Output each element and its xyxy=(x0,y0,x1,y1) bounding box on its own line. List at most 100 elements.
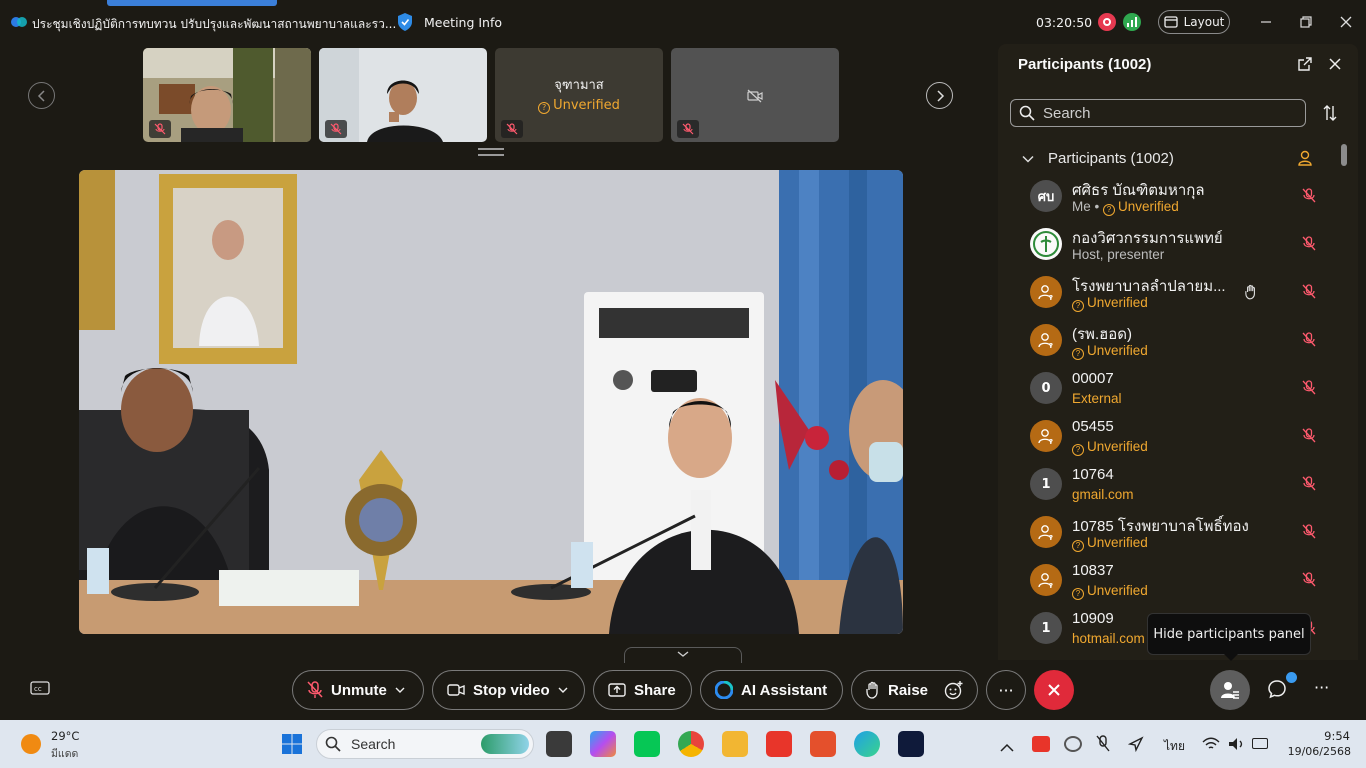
svg-text:?: ? xyxy=(1049,582,1053,589)
emoji-icon[interactable] xyxy=(944,680,964,700)
mic-muted-icon[interactable] xyxy=(1302,284,1316,304)
svg-text:?: ? xyxy=(1049,438,1053,445)
webex-taskbar-icon[interactable] xyxy=(898,731,924,757)
tray-anydesk-icon[interactable] xyxy=(1032,736,1050,752)
participants-icon[interactable] xyxy=(1210,670,1250,710)
participant-thumbnail[interactable] xyxy=(319,48,487,142)
participant-status: Me • ? Unverified xyxy=(1072,199,1179,216)
line-app-icon[interactable] xyxy=(634,731,660,757)
anydesk-icon[interactable] xyxy=(766,731,792,757)
taskbar-search[interactable]: Search xyxy=(316,729,534,759)
overflow-menu-button[interactable]: ··· xyxy=(1314,678,1329,697)
task-view-icon[interactable] xyxy=(546,731,572,757)
mic-muted-icon[interactable] xyxy=(1302,188,1316,208)
search-input[interactable] xyxy=(1043,104,1293,122)
participant-thumbnail[interactable] xyxy=(671,48,839,142)
participant-row[interactable]: ? 10785 โรงพยาบาลโพธิ์ทอง? Unverified xyxy=(998,508,1358,556)
signal-icon[interactable] xyxy=(1123,13,1141,31)
onedrive-icon[interactable] xyxy=(1064,736,1082,752)
hand-icon xyxy=(866,681,880,699)
shield-icon[interactable] xyxy=(396,12,414,32)
participant-thumbnail[interactable] xyxy=(143,48,311,142)
sublime-icon[interactable] xyxy=(810,731,836,757)
caption-icon[interactable]: cc xyxy=(30,680,50,700)
mic-muted-icon[interactable] xyxy=(1302,476,1316,496)
share-screen-icon xyxy=(608,683,626,697)
participant-row[interactable]: ศบ ศศิธร บัณฑิตมหากุล Me • ? Unverified xyxy=(998,172,1358,220)
participant-status-text: Host, presenter xyxy=(1072,247,1165,262)
copilot-icon[interactable] xyxy=(590,731,616,757)
mic-muted-icon[interactable] xyxy=(1302,572,1316,592)
mic-muted-icon[interactable] xyxy=(1302,236,1316,256)
file-explorer-icon[interactable] xyxy=(722,731,748,757)
unverified-icon: ? xyxy=(1072,540,1084,552)
participant-row[interactable]: ? (รพ.ฮอด)? Unverified xyxy=(998,316,1358,364)
search-icon xyxy=(325,736,341,752)
windows-start-icon[interactable] xyxy=(281,733,303,759)
language-indicator[interactable]: ไทย xyxy=(1164,737,1185,756)
chrome-icon[interactable] xyxy=(678,731,704,757)
participant-row[interactable]: ? โรงพยาบาลลำปลายม...? Unverified xyxy=(998,268,1358,316)
x-icon[interactable] xyxy=(1034,670,1074,710)
participant-status-text: Unverified xyxy=(1087,439,1148,454)
mic-muted-icon[interactable] xyxy=(1096,735,1110,757)
participants-section-header[interactable]: Participants (1002) xyxy=(1022,150,1174,167)
stop-video-label: Stop video xyxy=(473,681,550,699)
layout-button[interactable]: Layout xyxy=(1158,10,1230,34)
close-icon[interactable] xyxy=(1336,12,1356,32)
restore-icon[interactable] xyxy=(1296,12,1316,32)
edge-icon[interactable] xyxy=(854,731,880,757)
wifi-icon[interactable] xyxy=(1202,736,1220,756)
volume-icon[interactable] xyxy=(1228,736,1246,756)
unverified-label: ? Unverified xyxy=(495,98,663,114)
chevron-down-icon[interactable] xyxy=(558,686,568,694)
moderator-icon[interactable] xyxy=(1297,150,1313,170)
share-button[interactable]: Share xyxy=(593,670,692,710)
chevron-down-icon[interactable] xyxy=(395,686,405,694)
minimize-icon[interactable] xyxy=(1256,12,1276,32)
more-options-button[interactable]: ··· xyxy=(986,670,1026,710)
location-icon[interactable] xyxy=(1127,736,1144,756)
participant-row[interactable]: ? 05455? Unverified xyxy=(998,412,1358,460)
main-video-stage[interactable] xyxy=(79,170,903,634)
ai-icon xyxy=(715,681,733,699)
popout-icon[interactable] xyxy=(1298,56,1312,75)
battery-icon[interactable] xyxy=(1252,738,1268,749)
chevron-left-icon[interactable] xyxy=(28,82,55,109)
participant-status-text: External xyxy=(1072,391,1122,406)
participant-row[interactable]: กองวิศวกรรมการแพทย์ Host, presenter xyxy=(998,220,1358,268)
clock-time[interactable]: 9:54 xyxy=(1314,729,1350,743)
unmute-button[interactable]: Unmute xyxy=(292,670,424,710)
record-icon[interactable] xyxy=(1098,13,1116,31)
mic-muted-icon[interactable] xyxy=(1302,428,1316,448)
sort-icon[interactable] xyxy=(1322,104,1338,126)
participant-row[interactable]: ? 10837? Unverified xyxy=(998,556,1358,604)
scrollbar[interactable] xyxy=(1341,144,1347,166)
sun-icon[interactable] xyxy=(21,734,41,754)
mic-muted-icon[interactable] xyxy=(1302,332,1316,352)
chat-icon[interactable] xyxy=(1266,678,1288,704)
participant-status: External xyxy=(1072,391,1122,406)
mic-muted-icon xyxy=(149,120,171,138)
meeting-info-button[interactable]: Meeting Info xyxy=(424,15,502,30)
resize-handle[interactable] xyxy=(478,148,504,156)
clock-date[interactable]: 19/06/2568 xyxy=(1281,745,1351,758)
close-icon[interactable] xyxy=(1328,56,1342,75)
participant-row[interactable]: 1 10764 gmail.com xyxy=(998,460,1358,508)
mic-muted-icon[interactable] xyxy=(1302,380,1316,400)
participant-search[interactable] xyxy=(1010,99,1306,127)
participant-status: ? Unverified xyxy=(1072,343,1148,360)
chevron-right-icon[interactable] xyxy=(926,82,953,109)
participant-thumbnail[interactable]: จุฑามาส ? Unverified xyxy=(495,48,663,142)
avatar: ? xyxy=(1030,420,1062,452)
ai-assistant-button[interactable]: AI Assistant xyxy=(700,670,843,710)
weather-condition[interactable]: มีแดด xyxy=(51,745,78,762)
unverified-icon: ? xyxy=(1072,300,1084,312)
raise-hand-button[interactable]: Raise xyxy=(851,670,978,710)
stop-video-button[interactable]: Stop video xyxy=(432,670,585,710)
expand-filmstrip-button[interactable] xyxy=(624,647,742,663)
chevron-up-icon[interactable] xyxy=(1000,738,1014,757)
weather-temperature[interactable]: 29°C xyxy=(51,729,79,743)
participant-row[interactable]: 0 00007 External xyxy=(998,364,1358,412)
mic-muted-icon[interactable] xyxy=(1302,524,1316,544)
